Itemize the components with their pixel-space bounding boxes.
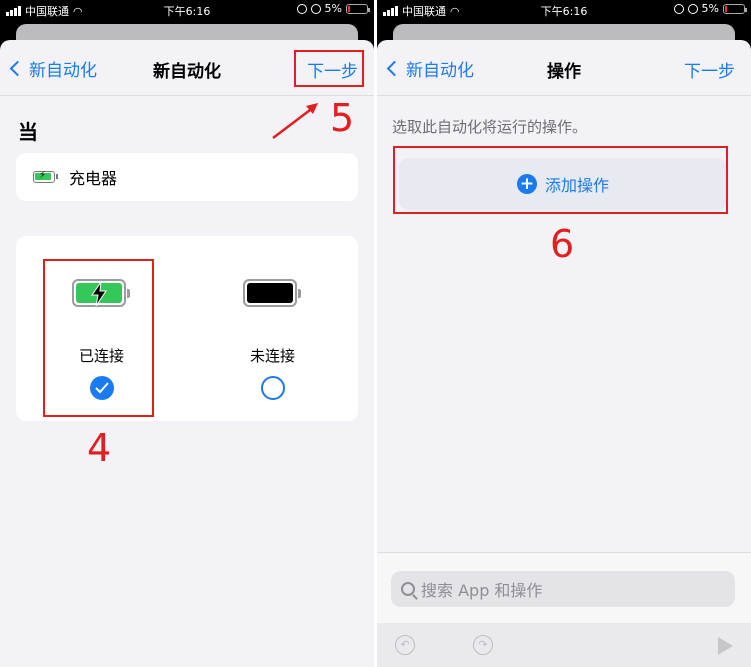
orientation-lock-icon <box>296 3 307 14</box>
radio-unchecked-icon[interactable] <box>261 376 285 400</box>
battery-percent: 5% <box>701 2 719 15</box>
hint-text: 选取此自动化将运行的操作。 <box>392 118 588 136</box>
annotation-step-5: 5 <box>330 96 355 140</box>
annotation-box-next <box>294 50 364 87</box>
annotation-arrow-icon <box>272 103 318 139</box>
section-header: 当 <box>18 120 38 144</box>
alarm-icon <box>310 3 321 14</box>
status-bar: 中国联通 ◠ 下午6:16 5% <box>0 0 374 20</box>
status-bar: 中国联通 ◠ 下午6:16 5% <box>377 0 751 20</box>
annotation-step-6: 6 <box>550 222 575 266</box>
search-placeholder: 搜索 App 和操作 <box>421 581 543 600</box>
battery-icon <box>346 3 370 14</box>
alarm-icon <box>687 3 698 14</box>
next-button[interactable]: 下一步 <box>684 57 735 82</box>
bottom-panel: 搜索 App 和操作 ↶ ↷ <box>377 552 751 667</box>
battery-empty-icon <box>243 279 301 307</box>
play-icon[interactable] <box>718 637 733 655</box>
right-screen: 中国联通 ◠ 下午6:16 5% 新自动化 操作 下一步 选取此自动化将运行的操… <box>377 0 751 667</box>
bottom-toolbar: ↶ ↷ <box>377 623 751 667</box>
orientation-lock-icon <box>673 3 684 14</box>
battery-icon <box>723 3 747 14</box>
left-screen: 中国联通 ◠ 下午6:16 5% 新自动化 新自动化 下一步 当 ⚡ 充电器 已… <box>0 0 374 667</box>
battery-charging-icon: ⚡ <box>33 170 58 183</box>
trigger-label: 充电器 <box>69 169 118 188</box>
status-right: 5% <box>296 2 370 15</box>
annotation-step-4: 4 <box>87 426 112 470</box>
trigger-card[interactable]: ⚡ 充电器 <box>16 153 358 201</box>
search-input[interactable]: 搜索 App 和操作 <box>391 571 735 607</box>
annotation-box-add-action <box>393 146 728 214</box>
status-right: 5% <box>673 2 747 15</box>
nav-bar: 新自动化 操作 下一步 <box>377 40 751 96</box>
redo-icon[interactable]: ↷ <box>473 635 493 655</box>
actions-sheet: 新自动化 操作 下一步 选取此自动化将运行的操作。 + 添加操作 搜索 App … <box>377 40 751 667</box>
undo-icon[interactable]: ↶ <box>395 635 415 655</box>
option-label: 未连接 <box>249 347 295 365</box>
battery-percent: 5% <box>324 2 342 15</box>
search-icon <box>401 582 415 596</box>
annotation-box-connected <box>43 259 154 417</box>
